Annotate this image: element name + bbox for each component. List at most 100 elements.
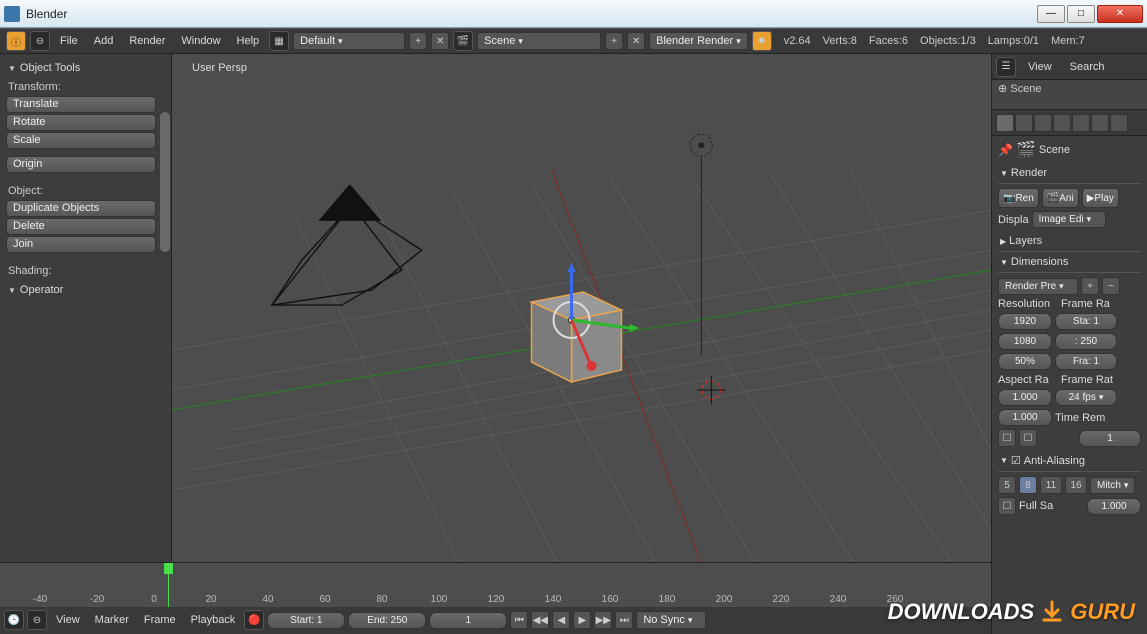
collapse-menus-icon[interactable]: ⊖	[30, 31, 50, 51]
remove-scene-button[interactable]: ✕	[627, 32, 645, 50]
timeline-tick: 0	[151, 594, 157, 605]
crop-check[interactable]: ☐	[1019, 429, 1037, 447]
add-layout-button[interactable]: +	[409, 32, 427, 50]
outliner-search[interactable]: Search	[1064, 58, 1111, 76]
preset-add[interactable]: +	[1081, 277, 1099, 295]
outliner-scene: Scene	[1010, 83, 1041, 95]
pin-icon[interactable]: 📌	[998, 143, 1013, 157]
tab-object[interactable]	[1053, 114, 1071, 132]
end-frame[interactable]: End: 250	[348, 612, 426, 629]
res-label: Resolution	[998, 298, 1058, 310]
aa-5[interactable]: 5	[998, 476, 1016, 494]
panel-render[interactable]: Render	[998, 163, 1141, 184]
fps[interactable]: 24 fps	[1055, 389, 1117, 406]
duplicate-button[interactable]: Duplicate Objects	[6, 200, 156, 217]
stat-faces: Faces:6	[869, 35, 908, 47]
watermark-a: DOWNLOADS	[888, 599, 1035, 625]
full-sample-check[interactable]: ☐	[998, 497, 1016, 515]
aa-16[interactable]: 16	[1065, 476, 1087, 494]
menu-render[interactable]: Render	[123, 32, 171, 50]
screen-layout-field[interactable]: Default	[293, 32, 405, 50]
screen-layout-icon[interactable]: ▦	[269, 31, 289, 51]
display-select[interactable]: Image Edi	[1032, 211, 1106, 228]
timeline-editor-icon[interactable]: 🕒	[4, 610, 24, 630]
scene-field[interactable]: Scene	[477, 32, 601, 50]
tl-view[interactable]: View	[50, 611, 86, 629]
jump-start-icon[interactable]: ⏮	[510, 611, 528, 629]
minimize-button[interactable]: —	[1037, 5, 1065, 23]
next-key-icon[interactable]: ▶▶	[594, 611, 612, 629]
outliner-editor-icon[interactable]: ☰	[996, 57, 1016, 77]
timeline-tick: -20	[90, 594, 104, 605]
delete-button[interactable]: Delete	[6, 218, 156, 235]
panel-object-tools[interactable]: Object Tools	[6, 58, 167, 78]
remove-layout-button[interactable]: ✕	[431, 32, 449, 50]
tl-collapse-icon[interactable]: ⊖	[27, 610, 47, 630]
tab-constraints[interactable]	[1072, 114, 1090, 132]
border-check[interactable]: ☐	[998, 429, 1016, 447]
animation-button[interactable]: 🎬Ani	[1042, 188, 1079, 208]
aspect-x[interactable]: 1.000	[998, 389, 1052, 406]
current-frame[interactable]: 1	[429, 612, 507, 629]
res-y[interactable]: 1080	[998, 333, 1052, 350]
close-button[interactable]: ✕	[1097, 5, 1143, 23]
menu-file[interactable]: File	[54, 32, 84, 50]
play-rev-icon[interactable]: ◀	[552, 611, 570, 629]
tool-shelf: Object Tools Transform: Translate Rotate…	[0, 54, 172, 634]
maximize-button[interactable]: □	[1067, 5, 1095, 23]
aa-size[interactable]: 1.000	[1087, 498, 1141, 515]
panel-operator[interactable]: Operator	[6, 280, 167, 300]
aa-8[interactable]: 8	[1019, 476, 1037, 494]
tl-marker[interactable]: Marker	[89, 611, 135, 629]
aspect-y[interactable]: 1.000	[998, 409, 1052, 426]
frame-end[interactable]: : 250	[1055, 333, 1117, 350]
add-scene-button[interactable]: +	[605, 32, 623, 50]
join-button[interactable]: Join	[6, 236, 156, 253]
aa-11[interactable]: 11	[1040, 476, 1062, 494]
tab-world[interactable]	[1034, 114, 1052, 132]
jump-end-icon[interactable]: ⏭	[615, 611, 633, 629]
info-editor-icon[interactable]: ⓘ	[6, 31, 26, 51]
toolshelf-scrollbar[interactable]	[160, 112, 170, 252]
play-button[interactable]: ▶Play	[1082, 188, 1119, 208]
start-frame[interactable]: Start: 1	[267, 612, 345, 629]
outliner-view[interactable]: View	[1022, 58, 1058, 76]
sync-select[interactable]: No Sync	[636, 611, 706, 629]
render-button[interactable]: 📷Ren	[998, 188, 1039, 208]
menu-window[interactable]: Window	[175, 32, 226, 50]
panel-dimensions[interactable]: Dimensions	[998, 252, 1141, 273]
outliner-body[interactable]: ⊕ Scene	[992, 80, 1147, 110]
prev-key-icon[interactable]: ◀◀	[531, 611, 549, 629]
scene-icon[interactable]: 🎬	[453, 31, 473, 51]
render-preset[interactable]: Render Pre	[998, 278, 1078, 295]
menu-add[interactable]: Add	[88, 32, 120, 50]
tr-val[interactable]: 1	[1079, 430, 1141, 447]
tab-data[interactable]	[1110, 114, 1128, 132]
tl-frame[interactable]: Frame	[138, 611, 182, 629]
rotate-button[interactable]: Rotate	[6, 114, 156, 131]
timeline-tick: 180	[659, 594, 676, 605]
tl-playback[interactable]: Playback	[185, 611, 242, 629]
scale-button[interactable]: Scale	[6, 132, 156, 149]
preset-remove[interactable]: −	[1102, 277, 1120, 295]
res-pct[interactable]: 50%	[998, 353, 1052, 370]
aa-filter[interactable]: Mitch	[1090, 477, 1135, 494]
play-icon[interactable]: ▶	[573, 611, 591, 629]
auto-key-icon[interactable]: 🔴	[244, 610, 264, 630]
frame-start[interactable]: Sta: 1	[1055, 313, 1117, 330]
tab-render[interactable]	[996, 114, 1014, 132]
timeline-ruler[interactable]: -40-200204060801001201401601802002202402…	[0, 563, 991, 607]
timeline-cursor[interactable]	[168, 563, 169, 607]
menu-help[interactable]: Help	[231, 32, 266, 50]
full-sample-label: Full Sa	[1019, 500, 1053, 512]
res-x[interactable]: 1920	[998, 313, 1052, 330]
3d-viewport[interactable]: User Persp (1) Cube z y x ▣ ⊖ View Selec…	[172, 54, 991, 634]
origin-button[interactable]: Origin	[6, 156, 156, 173]
translate-button[interactable]: Translate	[6, 96, 156, 113]
render-engine-field[interactable]: Blender Render	[649, 32, 748, 50]
frame-step[interactable]: Fra: 1	[1055, 353, 1117, 370]
panel-aa[interactable]: ☑ Anti-Aliasing	[998, 450, 1141, 472]
panel-layers[interactable]: Layers	[998, 231, 1141, 252]
tab-modifiers[interactable]	[1091, 114, 1109, 132]
tab-scene[interactable]	[1015, 114, 1033, 132]
